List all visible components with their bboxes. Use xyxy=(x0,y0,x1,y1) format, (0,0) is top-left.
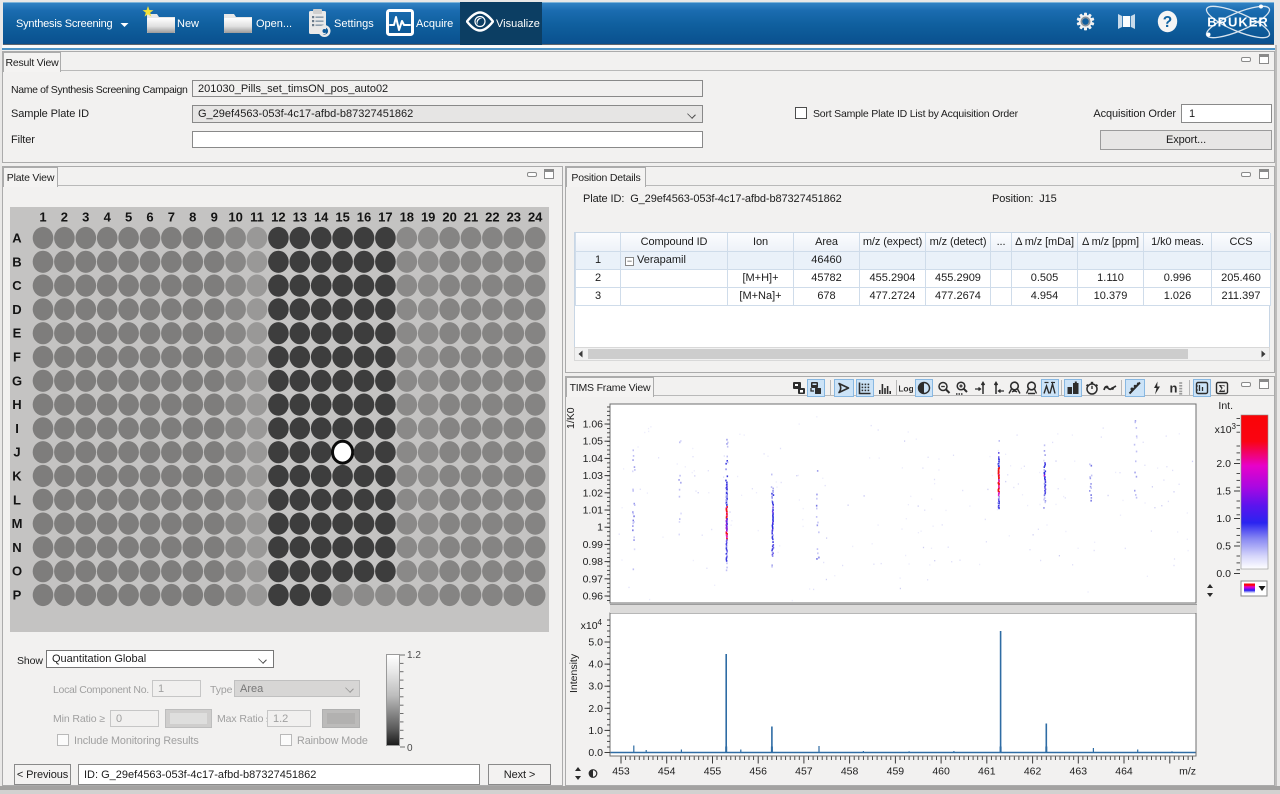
svg-text:19: 19 xyxy=(421,210,435,225)
svg-text:15: 15 xyxy=(335,210,349,225)
svg-text:453: 453 xyxy=(612,766,630,778)
svg-text:456: 456 xyxy=(749,766,767,778)
svg-text:2.0: 2.0 xyxy=(1216,458,1231,470)
svg-text:Σ: Σ xyxy=(1219,384,1226,395)
svg-text:1.01: 1.01 xyxy=(583,505,604,517)
svg-text:455: 455 xyxy=(704,766,722,778)
svg-text:0.97: 0.97 xyxy=(583,573,604,585)
svg-text:3.0: 3.0 xyxy=(588,681,603,693)
svg-text:12: 12 xyxy=(271,210,285,225)
svg-text:0: 0 xyxy=(407,743,413,754)
svg-text:F: F xyxy=(13,350,21,365)
svg-text:G: G xyxy=(12,373,22,388)
svg-text:O: O xyxy=(12,564,22,579)
svg-text:B: B xyxy=(12,254,21,269)
svg-text:1.2: 1.2 xyxy=(407,650,421,661)
svg-text:C: C xyxy=(12,278,22,293)
svg-text:464: 464 xyxy=(1115,766,1133,778)
svg-text:I: I xyxy=(15,421,19,436)
svg-text:1.05: 1.05 xyxy=(583,436,604,448)
svg-text:0.98: 0.98 xyxy=(583,556,604,568)
svg-text:459: 459 xyxy=(887,766,905,778)
svg-text:7: 7 xyxy=(168,210,175,225)
svg-text:8: 8 xyxy=(189,210,196,225)
svg-text:0.96: 0.96 xyxy=(583,591,604,603)
svg-text:M: M xyxy=(12,516,23,531)
svg-text:Log: Log xyxy=(899,384,913,394)
svg-text:462: 462 xyxy=(1024,766,1042,778)
svg-text:P: P xyxy=(13,588,22,603)
svg-text:L: L xyxy=(13,492,21,507)
svg-text:x104: x104 xyxy=(581,618,603,632)
svg-text:1.02: 1.02 xyxy=(583,487,604,499)
svg-text:23: 23 xyxy=(507,210,521,225)
svg-text:17: 17 xyxy=(378,210,392,225)
svg-text:BRUKER: BRUKER xyxy=(1207,15,1269,30)
svg-text:1: 1 xyxy=(597,522,603,534)
svg-text:1.03: 1.03 xyxy=(583,470,604,482)
svg-text:J: J xyxy=(13,445,20,460)
svg-text:0.0: 0.0 xyxy=(588,747,603,759)
svg-text:24: 24 xyxy=(528,210,543,225)
svg-text:18: 18 xyxy=(400,210,414,225)
svg-text:5.0: 5.0 xyxy=(588,637,603,649)
svg-text:0.99: 0.99 xyxy=(583,539,604,551)
svg-text:21: 21 xyxy=(464,210,478,225)
svg-text:461: 461 xyxy=(978,766,996,778)
svg-text:11: 11 xyxy=(250,210,264,225)
svg-text:N: N xyxy=(12,540,21,555)
svg-text:2: 2 xyxy=(61,210,68,225)
svg-text:Int.: Int. xyxy=(1218,400,1233,412)
svg-text:5: 5 xyxy=(125,210,132,225)
svg-text:2.0: 2.0 xyxy=(588,703,603,715)
svg-text:9: 9 xyxy=(211,210,218,225)
svg-text:4: 4 xyxy=(104,210,112,225)
svg-text:x103: x103 xyxy=(1215,422,1237,436)
svg-text:457: 457 xyxy=(795,766,813,778)
svg-text:463: 463 xyxy=(1070,766,1088,778)
svg-text:n: n xyxy=(1170,381,1178,395)
svg-text:1.0: 1.0 xyxy=(588,725,603,737)
svg-text:4.0: 4.0 xyxy=(588,659,603,671)
svg-text:16: 16 xyxy=(357,210,371,225)
svg-text:6: 6 xyxy=(146,210,153,225)
svg-text:m/z: m/z xyxy=(1179,766,1196,778)
svg-text:D: D xyxy=(12,302,21,317)
svg-text:460: 460 xyxy=(932,766,950,778)
svg-text:454: 454 xyxy=(658,766,676,778)
svg-text:3: 3 xyxy=(82,210,89,225)
svg-text:10: 10 xyxy=(228,210,242,225)
svg-text:22: 22 xyxy=(485,210,499,225)
svg-text:1.0: 1.0 xyxy=(1216,513,1231,525)
svg-text:Intensity: Intensity xyxy=(568,653,580,693)
svg-text:K: K xyxy=(12,469,22,484)
svg-text:458: 458 xyxy=(841,766,859,778)
svg-text:0.0: 0.0 xyxy=(1216,568,1231,580)
svg-text:1.5: 1.5 xyxy=(1216,486,1231,498)
svg-text:0.5: 0.5 xyxy=(1216,541,1231,553)
svg-text:14: 14 xyxy=(314,210,329,225)
svg-text:A: A xyxy=(12,231,22,246)
svg-text:H: H xyxy=(12,397,21,412)
svg-text:1/K0: 1/K0 xyxy=(565,407,577,429)
svg-text:1.06: 1.06 xyxy=(583,419,604,431)
svg-text:1: 1 xyxy=(39,210,46,225)
svg-text:20: 20 xyxy=(442,210,456,225)
svg-text:13: 13 xyxy=(293,210,307,225)
svg-text:1.04: 1.04 xyxy=(583,453,604,465)
svg-text:E: E xyxy=(13,326,22,341)
svg-text:?: ? xyxy=(1163,14,1172,31)
